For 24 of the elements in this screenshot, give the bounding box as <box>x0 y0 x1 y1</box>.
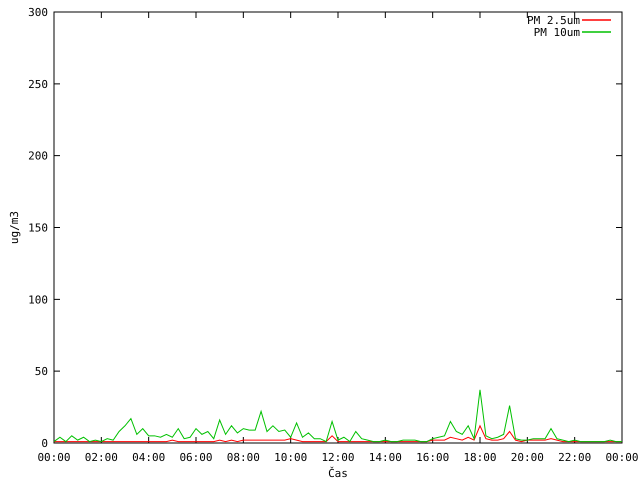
y-tick-label: 50 <box>34 365 48 378</box>
x-tick-label: 18:00 <box>463 451 497 464</box>
x-tick-label: 04:00 <box>132 451 166 464</box>
x-tick-label: 22:00 <box>558 451 592 464</box>
x-axis-title: Čas <box>328 467 348 480</box>
y-tick-label: 0 <box>41 437 48 450</box>
y-axis-title: ug/m3 <box>8 210 21 244</box>
y-tick-label: 250 <box>28 78 48 91</box>
legend-label: PM 2.5um <box>527 14 580 27</box>
x-tick-label: 12:00 <box>321 451 355 464</box>
x-tick-label: 00:00 <box>605 451 639 464</box>
x-tick-label: 14:00 <box>368 451 402 464</box>
y-tick-label: 200 <box>28 150 48 163</box>
legend-label: PM 10um <box>534 26 580 39</box>
y-tick-label: 100 <box>28 293 48 306</box>
x-tick-label: 20:00 <box>510 451 544 464</box>
y-tick-label: 300 <box>28 6 48 19</box>
x-tick-label: 08:00 <box>226 451 260 464</box>
x-tick-label: 06:00 <box>179 451 213 464</box>
x-tick-label: 10:00 <box>274 451 308 464</box>
x-tick-label: 00:00 <box>37 451 71 464</box>
x-tick-label: 02:00 <box>84 451 118 464</box>
x-tick-label: 16:00 <box>416 451 450 464</box>
y-tick-label: 150 <box>28 222 48 234</box>
